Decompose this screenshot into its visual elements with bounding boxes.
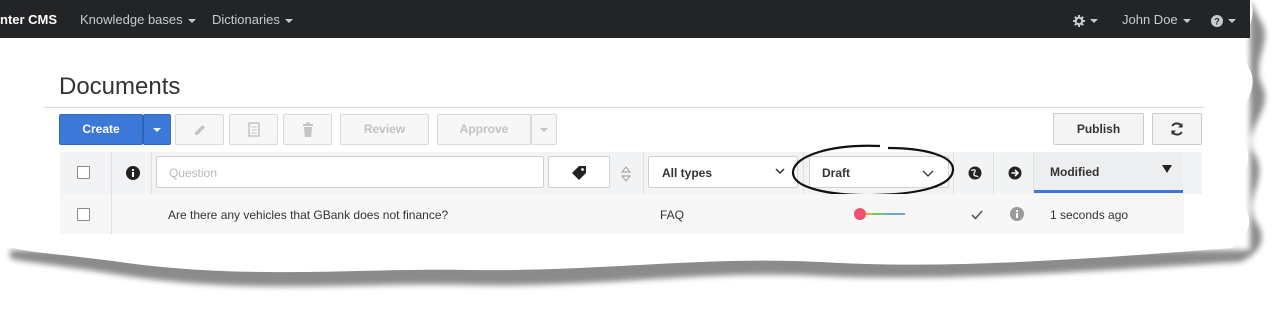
approve-button-label: Approve <box>459 122 509 136</box>
modified-header-label: Modified <box>1050 165 1100 179</box>
title-divider <box>44 107 1204 108</box>
edit-button[interactable] <box>175 114 224 145</box>
question-filter-placeholder: Question <box>169 166 218 180</box>
info-icon[interactable] <box>126 166 140 180</box>
publish-button[interactable]: Publish <box>1053 113 1144 145</box>
row-modified: 1 seconds ago <box>1050 208 1129 222</box>
modified-column-header[interactable]: Modified <box>1034 152 1183 190</box>
chevron-down-icon <box>540 128 548 132</box>
user-name: John Doe <box>1122 12 1178 27</box>
settings-menu[interactable] <box>1073 12 1098 27</box>
active-sort-indicator <box>1034 190 1183 193</box>
view-document-button[interactable] <box>229 114 278 145</box>
brand-title[interactable]: nter CMS <box>0 12 57 27</box>
question-filter-input[interactable]: Question <box>156 156 544 188</box>
refresh-icon <box>1171 122 1183 136</box>
review-button-label: Review <box>363 122 406 136</box>
delete-button[interactable] <box>283 114 332 145</box>
row-type: FAQ <box>660 208 685 222</box>
approve-button[interactable]: Approve <box>437 114 531 145</box>
help-menu[interactable]: ? <box>1211 12 1236 27</box>
sort-descending-icon <box>1162 165 1172 173</box>
create-button-label: Create <box>82 122 120 136</box>
row-checkbox[interactable] <box>77 208 90 221</box>
question-circle-icon: ? <box>1211 14 1223 27</box>
trash-icon <box>302 122 313 137</box>
arrow-right-circle-icon[interactable] <box>1008 166 1022 180</box>
approve-dropdown-button[interactable] <box>531 114 557 145</box>
tag-icon <box>572 166 586 180</box>
sort-icon[interactable] <box>621 166 631 182</box>
refresh-button[interactable] <box>1152 113 1202 145</box>
svg-text:?: ? <box>1214 16 1220 26</box>
info-icon[interactable] <box>1010 207 1024 221</box>
chevron-down-icon <box>1182 18 1191 23</box>
pencil-icon <box>194 125 205 135</box>
chevron-down-icon <box>1228 18 1236 23</box>
tag-filter-button[interactable] <box>548 156 610 188</box>
chevron-down-icon <box>284 18 293 23</box>
column-divider <box>111 194 112 234</box>
nav-knowledge-bases[interactable]: Knowledge bases <box>80 12 196 27</box>
nav-knowledge-bases-label: Knowledge bases <box>80 12 183 27</box>
document-icon <box>247 122 260 137</box>
select-all-checkbox[interactable] <box>77 166 90 179</box>
type-filter-select[interactable]: All types <box>648 156 798 188</box>
top-navbar: nter CMS Knowledge bases Dictionaries Jo… <box>0 0 1250 38</box>
chevron-down-icon <box>153 128 161 132</box>
globe-icon[interactable] <box>968 166 982 180</box>
check-icon <box>971 210 983 220</box>
type-filter-value: All types <box>662 166 713 180</box>
chevron-down-icon <box>187 18 196 23</box>
row-question[interactable]: Are there any vehicles that GBank does n… <box>168 208 448 222</box>
highlight-circle-annotation <box>791 144 955 197</box>
page-title: Documents <box>59 73 181 100</box>
nav-dictionaries-label: Dictionaries <box>212 12 280 27</box>
chevron-down-icon <box>775 168 785 174</box>
create-button[interactable]: Create <box>59 114 143 145</box>
nav-dictionaries[interactable]: Dictionaries <box>212 12 293 27</box>
publish-button-label: Publish <box>1076 122 1121 136</box>
user-menu[interactable]: John Doe <box>1122 12 1191 27</box>
gear-icon <box>1073 14 1085 27</box>
chevron-down-icon <box>1090 18 1098 23</box>
status-progress-indicator <box>854 208 905 220</box>
create-dropdown-button[interactable] <box>143 114 171 145</box>
page: nter CMS Knowledge bases Dictionaries Jo… <box>0 0 1286 309</box>
review-button[interactable]: Review <box>340 114 429 145</box>
